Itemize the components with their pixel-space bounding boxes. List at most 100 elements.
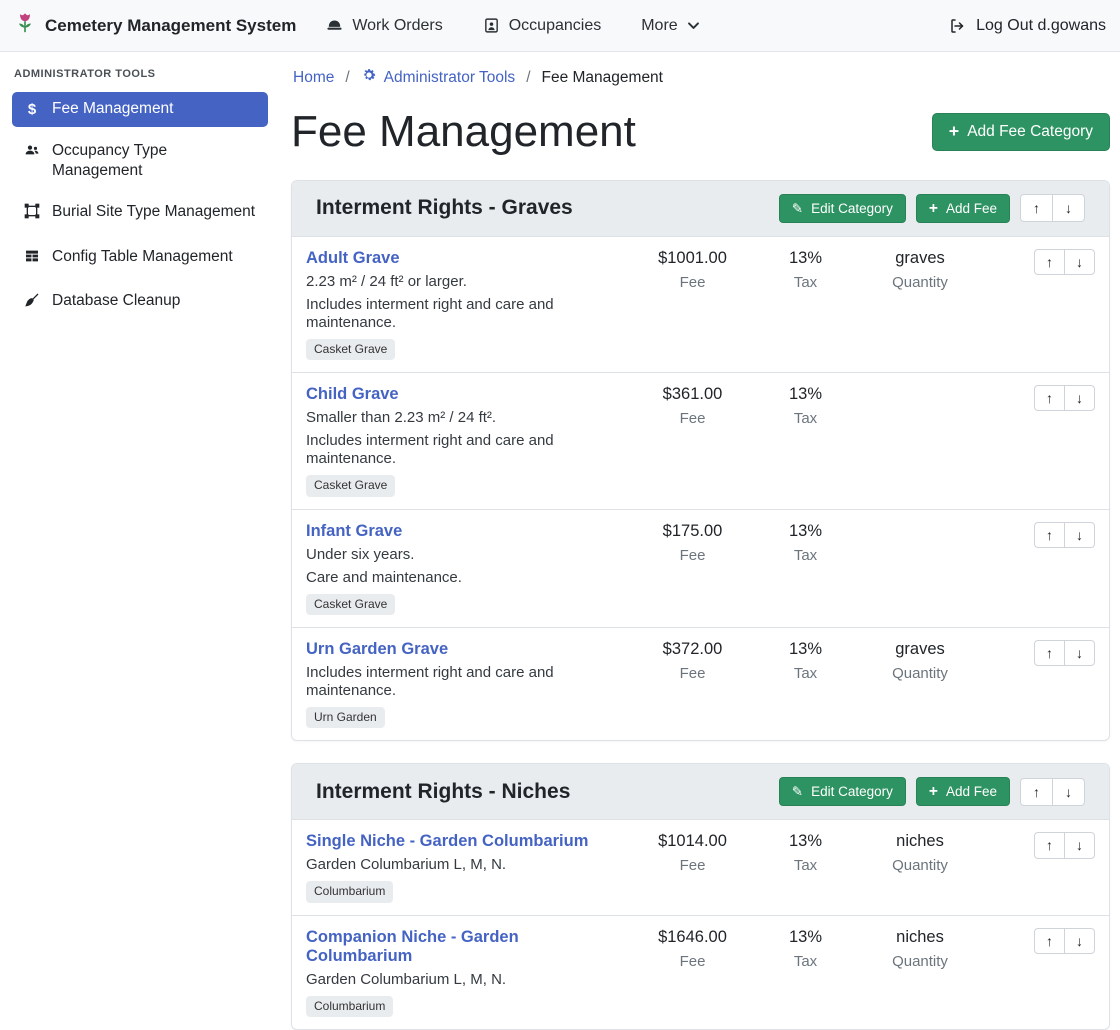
nav-occupancies[interactable]: Occupancies <box>483 17 602 35</box>
sidebar-item-label: Database Cleanup <box>52 291 180 311</box>
quantity-unit: niches <box>861 928 979 947</box>
occupant-badge-icon <box>483 17 500 34</box>
move-fee-up-button[interactable]: ↑ <box>1034 928 1065 954</box>
nav-more[interactable]: More <box>641 17 699 35</box>
sidebar-item-fee-management[interactable]: $Fee Management <box>12 92 268 127</box>
arrow-up-icon: ↑ <box>1046 527 1053 543</box>
app-title: Cemetery Management System <box>45 16 296 36</box>
fee-label: Fee <box>635 410 750 427</box>
arrow-down-icon: ↓ <box>1065 200 1072 216</box>
fee-description: 2.23 m² / 24 ft² or larger. <box>306 273 627 291</box>
sidebar-item-burial-site-type-management[interactable]: Burial Site Type Management <box>12 195 268 232</box>
users-icon <box>22 142 42 164</box>
fee-description: Garden Columbarium L, M, N. <box>306 971 627 989</box>
move-fee-up-button[interactable]: ↑ <box>1034 522 1065 548</box>
fee-name-link[interactable]: Single Niche - Garden Columbarium <box>306 832 588 851</box>
sidebar-item-config-table-management[interactable]: Config Table Management <box>12 240 268 277</box>
quantity-label: Quantity <box>861 857 979 874</box>
move-category-up-button[interactable]: ↑ <box>1020 194 1053 222</box>
arrow-down-icon: ↓ <box>1076 645 1083 661</box>
move-category-down-button[interactable]: ↓ <box>1052 778 1085 806</box>
fee-column: $175.00Fee <box>635 522 750 564</box>
quantity-label: Quantity <box>861 953 979 970</box>
move-fee-down-button[interactable]: ↓ <box>1064 928 1095 954</box>
category-header: Interment Rights - Graves✎Edit Category+… <box>292 181 1109 238</box>
move-fee-down-button[interactable]: ↓ <box>1064 385 1095 411</box>
add-fee-category-button[interactable]: + Add Fee Category <box>932 113 1110 151</box>
add-fee-button[interactable]: +Add Fee <box>916 194 1010 224</box>
table-icon <box>22 248 42 270</box>
fee-info: Adult Grave 2.23 m² / 24 ft² or larger. In… <box>306 249 627 360</box>
arrow-down-icon: ↓ <box>1076 254 1083 270</box>
fee-type-badge: Casket Grave <box>306 594 395 615</box>
move-fee-up-button[interactable]: ↑ <box>1034 249 1065 275</box>
arrow-down-icon: ↓ <box>1076 933 1083 949</box>
tax-column: 13% Tax <box>758 832 853 874</box>
breadcrumb-admin-tools-link[interactable]: Administrator Tools <box>361 67 516 88</box>
fee-column: $372.00Fee <box>635 640 750 682</box>
quantity-label: Quantity <box>861 665 979 682</box>
plus-icon: + <box>949 123 959 141</box>
fee-row: Urn Garden GraveIncludes interment right… <box>292 627 1109 740</box>
tax-label: Tax <box>758 410 853 427</box>
sidebar-item-occupancy-type-management[interactable]: Occupancy Type Management <box>12 134 268 188</box>
tax-amount: 13% <box>758 640 853 659</box>
fee-name-link[interactable]: Urn Garden Grave <box>306 640 448 659</box>
sidebar-item-database-cleanup[interactable]: Database Cleanup <box>12 284 268 321</box>
quantity-column: niches Quantity <box>861 928 979 970</box>
category-header: Interment Rights - Niches✎Edit Category+… <box>292 764 1109 821</box>
fee-column: $361.00Fee <box>635 385 750 427</box>
move-fee-up-button[interactable]: ↑ <box>1034 640 1065 666</box>
fee-info: Urn Garden GraveIncludes interment right… <box>306 640 627 728</box>
quantity-unit: graves <box>861 249 979 268</box>
fee-name-link[interactable]: Adult Grave <box>306 249 400 268</box>
fee-list: Adult Grave 2.23 m² / 24 ft² or larger. In… <box>292 237 1109 740</box>
fee-row: Infant GraveUnder six years.Care and mai… <box>292 509 1109 627</box>
arrow-down-icon: ↓ <box>1076 837 1083 853</box>
breadcrumb-home-link[interactable]: Home <box>293 69 334 87</box>
quantity-unit: niches <box>861 832 979 851</box>
move-fee-down-button[interactable]: ↓ <box>1064 249 1095 275</box>
admin-sidebar: ADMINISTRATOR TOOLS $Fee ManagementOccup… <box>0 52 280 328</box>
fee-name-link[interactable]: Child Grave <box>306 385 399 404</box>
move-fee-up-button[interactable]: ↑ <box>1034 385 1065 411</box>
fee-reorder-controls: ↑↓ <box>987 249 1095 275</box>
app-brand[interactable]: Cemetery Management System <box>14 12 296 39</box>
tax-amount: 13% <box>758 832 853 851</box>
move-fee-down-button[interactable]: ↓ <box>1064 832 1095 858</box>
move-category-up-button[interactable]: ↑ <box>1020 778 1053 806</box>
arrow-down-icon: ↓ <box>1076 390 1083 406</box>
breadcrumb-current: Fee Management <box>542 69 664 87</box>
move-fee-down-button[interactable]: ↓ <box>1064 640 1095 666</box>
tax-label: Tax <box>758 547 853 564</box>
edit-category-button[interactable]: ✎Edit Category <box>779 777 906 806</box>
hard-hat-icon <box>326 17 343 34</box>
move-fee-up-button[interactable]: ↑ <box>1034 832 1065 858</box>
fee-type-badge: Casket Grave <box>306 339 395 360</box>
fee-amount: $1646.00 <box>635 928 750 947</box>
tax-column: 13%Tax <box>758 385 853 427</box>
nav-work-orders[interactable]: Work Orders <box>326 17 442 35</box>
fee-description: Includes interment right and care and ma… <box>306 296 627 332</box>
breadcrumb-separator: / <box>345 69 349 87</box>
add-fee-button[interactable]: +Add Fee <box>916 777 1010 807</box>
sidebar-item-label: Occupancy Type Management <box>52 141 258 181</box>
fee-column: $1646.00Fee <box>635 928 750 970</box>
gear-icon <box>361 67 377 88</box>
logout-button[interactable]: Log Out d.gowans <box>949 17 1106 35</box>
arrow-up-icon: ↑ <box>1033 784 1040 800</box>
fee-name-link[interactable]: Companion Niche - Garden Columbarium <box>306 928 627 966</box>
edit-category-button[interactable]: ✎Edit Category <box>779 194 906 223</box>
fee-label: Fee <box>635 857 750 874</box>
tax-amount: 13% <box>758 249 853 268</box>
fee-name-link[interactable]: Infant Grave <box>306 522 402 541</box>
fee-label: Fee <box>635 547 750 564</box>
fee-type-badge: Columbarium <box>306 881 393 902</box>
tax-label: Tax <box>758 857 853 874</box>
move-category-down-button[interactable]: ↓ <box>1052 194 1085 222</box>
fee-description: Under six years. <box>306 546 627 564</box>
category-controls: ✎Edit Category +Add Fee ↑ ↓ <box>779 194 1085 224</box>
move-fee-down-button[interactable]: ↓ <box>1064 522 1095 548</box>
arrow-down-icon: ↓ <box>1065 784 1072 800</box>
fee-info: Companion Niche - Garden Columbarium Gard… <box>306 928 627 1017</box>
